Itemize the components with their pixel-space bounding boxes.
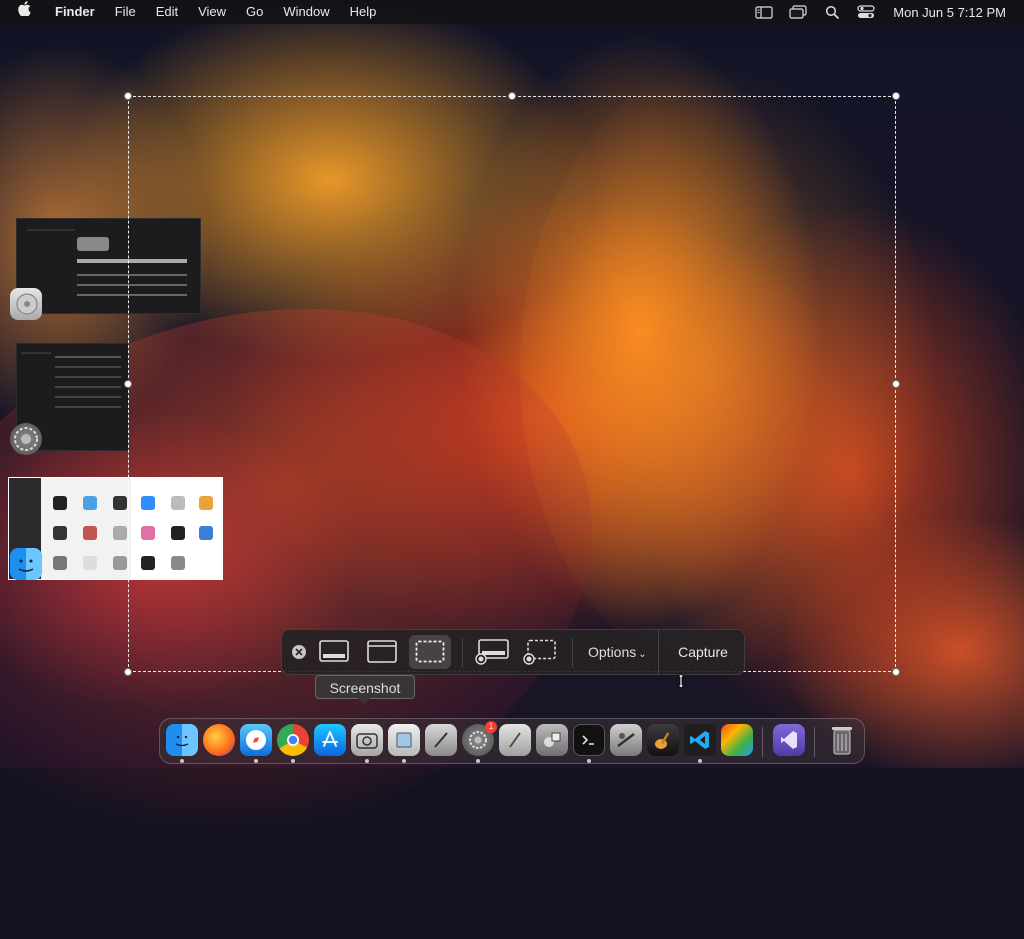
running-indicator [254, 759, 258, 763]
dock-separator [762, 727, 763, 757]
dock-app-store-icon[interactable] [314, 724, 346, 756]
dock-directory-utility-icon[interactable] [610, 724, 642, 756]
running-indicator [291, 759, 295, 763]
record-selected-portion-button[interactable] [519, 635, 561, 669]
selection-handle-left[interactable] [124, 380, 132, 388]
menu-window[interactable]: Window [273, 0, 339, 24]
resize-cursor-icon [676, 673, 686, 692]
selection-handle-top-left[interactable] [124, 92, 132, 100]
menu-view[interactable]: View [188, 0, 236, 24]
dock-terminal-icon[interactable] [573, 724, 605, 756]
toolbar-separator [572, 638, 573, 668]
record-entire-screen-button[interactable] [471, 635, 513, 669]
menu-help[interactable]: Help [340, 0, 387, 24]
dock-separator [814, 727, 815, 757]
selection-handle-right[interactable] [892, 380, 900, 388]
menu-bar-clock[interactable]: Mon Jun 5 7:12 PM [893, 5, 1006, 20]
dock-photo-booth-icon[interactable] [721, 724, 753, 756]
search-icon[interactable] [823, 5, 841, 19]
capture-selected-window-button[interactable] [362, 635, 402, 669]
window-stack-icon[interactable] [789, 5, 807, 19]
running-indicator [698, 759, 702, 763]
dock-script-editor-icon[interactable] [425, 724, 457, 756]
dock-firefox-icon[interactable] [203, 724, 235, 756]
dock-automator-icon[interactable] [536, 724, 568, 756]
dock: 1 [159, 718, 865, 764]
capture-button[interactable]: Capture [658, 630, 747, 674]
selection-handle-bottom-right[interactable] [892, 668, 900, 676]
menu-edit[interactable]: Edit [146, 0, 188, 24]
running-indicator [587, 759, 591, 763]
running-indicator [476, 759, 480, 763]
tooltip-caret [358, 698, 370, 704]
menu-file[interactable]: File [105, 0, 146, 24]
dock-finder-icon[interactable] [166, 724, 198, 756]
options-menu-button[interactable]: Options ⌄ [582, 635, 653, 669]
dock-chrome-icon[interactable] [277, 724, 309, 756]
menu-bar: Finder File Edit View Go Window Help Mon… [0, 0, 1024, 24]
menu-go[interactable]: Go [236, 0, 273, 24]
close-icon[interactable] [292, 645, 306, 659]
notification-badge: 1 [485, 721, 497, 733]
dock-textedit-icon[interactable] [499, 724, 531, 756]
dock-system-settings-icon[interactable]: 1 [462, 721, 497, 756]
dock-vscode-icon[interactable] [684, 724, 716, 756]
screenshot-toolbar: Options ⌄ Capture [281, 629, 745, 675]
selection-handle-top[interactable] [508, 92, 516, 100]
apple-logo-icon[interactable] [0, 0, 45, 24]
system-settings-icon [10, 423, 42, 455]
control-center-icon[interactable] [857, 5, 875, 19]
dock-screenshot-icon[interactable] [351, 724, 383, 756]
running-indicator [402, 759, 406, 763]
toolbar-separator [462, 638, 463, 668]
dock-visual-studio-icon[interactable] [773, 724, 805, 756]
dock-safari-icon[interactable] [240, 724, 272, 756]
finder-icon [10, 548, 42, 580]
capture-entire-screen-button[interactable] [314, 635, 354, 669]
toolbar-tooltip: Screenshot [315, 675, 415, 699]
dock-preview-icon[interactable] [388, 724, 420, 756]
running-indicator [365, 759, 369, 763]
selection-handle-bottom-left[interactable] [124, 668, 132, 676]
running-indicator [180, 759, 184, 763]
dock-trash-icon[interactable] [826, 724, 858, 756]
capture-selected-portion-button[interactable] [409, 635, 451, 669]
sidebar-icon[interactable] [755, 5, 773, 19]
options-label: Options [588, 644, 637, 660]
dock-garageband-icon[interactable] [647, 724, 679, 756]
menu-finder[interactable]: Finder [45, 0, 105, 24]
capture-selection-area[interactable] [128, 96, 896, 672]
disk-utility-icon [10, 288, 42, 320]
selection-handle-top-right[interactable] [892, 92, 900, 100]
chevron-down-icon: ⌄ [638, 649, 647, 660]
